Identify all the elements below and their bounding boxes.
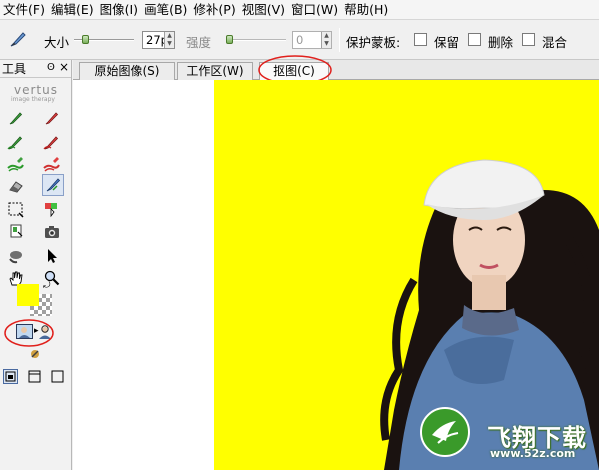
strength-slider[interactable]: [226, 33, 286, 47]
menu-window[interactable]: 窗口(W): [288, 1, 341, 19]
cutout-subject-image: [380, 159, 599, 470]
tab-original-image[interactable]: 原始图像(S): [79, 62, 175, 80]
menu-repair[interactable]: 修补(P): [190, 1, 238, 19]
keep-checkbox[interactable]: [414, 33, 427, 46]
smart-brush-icon[interactable]: [42, 174, 64, 196]
strength-label: 强度: [186, 35, 212, 50]
watermark-logo-icon: [420, 407, 470, 457]
tab-bar: 原始图像(S) 工作区(W) 抠图(C): [73, 55, 599, 85]
smudge-icon[interactable]: [6, 246, 26, 266]
pointer-icon[interactable]: [42, 246, 62, 266]
magic-wand-icon[interactable]: [42, 200, 62, 220]
foreground-color[interactable]: [17, 284, 39, 306]
menu-image[interactable]: 图像(I): [97, 1, 141, 19]
separator: [339, 28, 340, 52]
watermark-url: www.52z.com: [490, 447, 576, 460]
vertus-logo-subtitle: image therapy: [11, 96, 55, 103]
vertus-logo: vertus: [14, 83, 58, 97]
keep-fine-brush-icon[interactable]: [6, 132, 26, 152]
menu-file[interactable]: 文件(F): [0, 1, 48, 19]
size-spinner[interactable]: ▲ ▼: [164, 32, 174, 48]
annotation-circle-thumbnails: [4, 319, 54, 347]
view-mode-2-icon[interactable]: [28, 370, 41, 383]
menu-bar: 文件(F) 编辑(E) 图像(I) 画笔(B) 修补(P) 视图(V) 窗口(W…: [0, 0, 599, 20]
strength-spinner[interactable]: ▲ ▼: [321, 32, 331, 48]
mix-checkbox[interactable]: [522, 33, 535, 46]
strength-value: 0: [296, 33, 304, 47]
keep-stroke-icon[interactable]: [6, 154, 26, 174]
view-mode-1-icon[interactable]: [3, 369, 18, 384]
delete-checkbox[interactable]: [468, 33, 481, 46]
selection-icon[interactable]: [6, 200, 26, 220]
mix-label: 混合: [542, 35, 568, 50]
delete-label: 删除: [488, 35, 514, 50]
tab-workspace[interactable]: 工作区(W): [177, 62, 253, 80]
eraser-icon[interactable]: [6, 176, 26, 196]
camera-icon[interactable]: [42, 222, 62, 242]
tools-header: 工具 ʘ ×: [0, 60, 71, 78]
swap-colors-icon[interactable]: ⤾: [43, 281, 51, 291]
keep-brush-icon[interactable]: [6, 108, 26, 128]
remove-brush-icon[interactable]: [42, 108, 62, 128]
pin-icon[interactable]: ʘ: [47, 62, 55, 73]
menu-brush[interactable]: 画笔(B): [141, 1, 190, 19]
menu-help[interactable]: 帮助(H): [341, 1, 391, 19]
menu-view[interactable]: 视图(V): [239, 1, 288, 19]
brush-icon: [8, 29, 28, 49]
remove-stroke-icon[interactable]: [42, 154, 62, 174]
menu-edit[interactable]: 编辑(E): [48, 1, 97, 19]
size-label: 大小: [44, 35, 70, 50]
tools-panel: 工具 ʘ × vertus image therapy ⤾ ▸: [0, 60, 72, 470]
strength-input[interactable]: 0 ▲ ▼: [292, 31, 332, 49]
layer-icon[interactable]: [6, 222, 26, 242]
size-slider[interactable]: [74, 33, 134, 47]
mask-label: 保护蒙板:: [346, 35, 401, 50]
remove-fine-brush-icon[interactable]: [42, 132, 62, 152]
small-tool-icon[interactable]: [29, 348, 41, 360]
tab-original-image-label: 原始图像(S): [94, 64, 160, 78]
tools-title: 工具: [2, 62, 27, 76]
cutout-canvas[interactable]: [214, 80, 599, 470]
keep-label: 保留: [434, 35, 460, 50]
tab-workspace-label: 工作区(W): [186, 64, 244, 78]
close-icon[interactable]: ×: [59, 60, 69, 74]
size-slider-thumb[interactable]: [81, 35, 89, 44]
strength-slider-thumb[interactable]: [226, 35, 233, 44]
size-input[interactable]: 27px ▲ ▼: [142, 31, 175, 49]
view-mode-3-icon[interactable]: [51, 370, 64, 383]
